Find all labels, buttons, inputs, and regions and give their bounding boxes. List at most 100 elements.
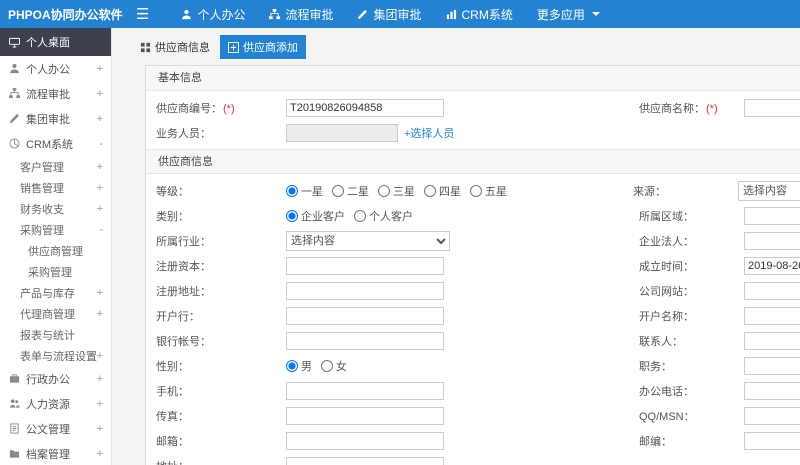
- level-radio[interactable]: [378, 184, 390, 197]
- expander[interactable]: +: [97, 88, 103, 100]
- sidebar-item-crm-system[interactable]: CRM系统 -: [0, 131, 111, 156]
- level-radio-option[interactable]: 五星: [470, 183, 507, 199]
- radio-label: 二星: [347, 185, 369, 198]
- reg-address-input[interactable]: [286, 281, 444, 300]
- sidebar-item-archive-mgmt[interactable]: 档案管理 +: [0, 441, 111, 465]
- expander[interactable]: +: [97, 308, 103, 320]
- category-radio[interactable]: [354, 209, 366, 222]
- mobile-input[interactable]: [286, 381, 444, 400]
- sidebar-item-finance[interactable]: 财务收支 +: [0, 198, 111, 219]
- address-input[interactable]: [286, 456, 444, 465]
- reg-capital-input[interactable]: [286, 256, 444, 275]
- level-radio[interactable]: [286, 184, 298, 197]
- office-phone-input[interactable]: [744, 381, 800, 400]
- gender-radio-option[interactable]: 男: [286, 358, 312, 374]
- gender-radio[interactable]: [286, 359, 298, 372]
- expander[interactable]: +: [97, 161, 103, 173]
- sidebar-item-admin-office[interactable]: 行政办公 +: [0, 366, 111, 391]
- level-radio[interactable]: [332, 184, 344, 197]
- supplier-name-input[interactable]: [744, 98, 800, 117]
- contact-input[interactable]: [744, 331, 800, 350]
- bank-input[interactable]: [286, 306, 444, 325]
- sidebar-item-workflow-approval[interactable]: 流程审批 +: [0, 81, 111, 106]
- establish-date-input[interactable]: [744, 256, 800, 275]
- expander[interactable]: +: [97, 287, 103, 299]
- topnav-personal-office[interactable]: 个人办公: [169, 0, 257, 28]
- supplier-no-input[interactable]: [286, 98, 444, 117]
- level-radio-option[interactable]: 二星: [332, 183, 369, 199]
- expander[interactable]: -: [99, 224, 103, 236]
- sidebar-item-personal-office[interactable]: 个人办公 +: [0, 56, 111, 81]
- topnav-workflow-approval[interactable]: 流程审批: [257, 0, 345, 28]
- tab-label: 供应商添加: [243, 42, 298, 54]
- topnav-more-apps[interactable]: 更多应用: [525, 0, 612, 28]
- menu-toggle-icon[interactable]: ☰: [136, 5, 149, 23]
- sidebar-item-customer-mgmt[interactable]: 客户管理 +: [0, 156, 111, 177]
- expander[interactable]: +: [97, 182, 103, 194]
- bank-account-input[interactable]: [286, 331, 444, 350]
- sidebar-item-form-flow-settings[interactable]: 表单与流程设置 +: [0, 345, 111, 366]
- category-radio-option[interactable]: 企业客户: [286, 208, 345, 224]
- expander[interactable]: +: [97, 398, 103, 410]
- account-name-input[interactable]: [744, 306, 800, 325]
- industry-select[interactable]: 选择内容: [286, 230, 450, 251]
- qq-msn-input[interactable]: [744, 406, 800, 425]
- sidebar-item-label: 个人办公: [26, 63, 70, 76]
- field-label: 注册资本：: [156, 260, 211, 273]
- expander[interactable]: +: [97, 423, 103, 435]
- position-input[interactable]: [744, 356, 800, 375]
- gender-radio[interactable]: [321, 359, 333, 372]
- staff-input[interactable]: [286, 123, 398, 142]
- sidebar-item-purchasing[interactable]: 采购管理: [0, 261, 111, 282]
- topnav-crm-system[interactable]: CRM系统: [434, 0, 525, 28]
- form-row: 性别： 男 女 职务：: [146, 353, 800, 378]
- sidebar-item-hr[interactable]: 人力资源 +: [0, 391, 111, 416]
- sidebar-item-agent-mgmt[interactable]: 代理商管理 +: [0, 303, 111, 324]
- source-select[interactable]: 选择内容: [738, 180, 800, 201]
- expander[interactable]: +: [97, 203, 103, 215]
- radio-label: 四星: [439, 185, 461, 198]
- field-label: 等级：: [156, 185, 189, 198]
- level-radio-option[interactable]: 一星: [286, 183, 323, 199]
- email-input[interactable]: [286, 431, 444, 450]
- expander[interactable]: +: [97, 350, 103, 362]
- sidebar-item-desktop[interactable]: 个人桌面: [0, 28, 111, 56]
- sidebar-item-reports-stats[interactable]: 报表与统计: [0, 324, 111, 345]
- level-radio[interactable]: [424, 184, 436, 197]
- gender-radio-option[interactable]: 女: [321, 358, 347, 374]
- sidebar-item-product-inventory[interactable]: 产品与库存 +: [0, 282, 111, 303]
- radio-label: 男: [301, 360, 312, 373]
- fax-input[interactable]: [286, 406, 444, 425]
- category-radio-option[interactable]: 个人客户: [354, 208, 413, 224]
- website-input[interactable]: [744, 281, 800, 300]
- level-radio-option[interactable]: 四星: [424, 183, 461, 199]
- tab-supplier-add[interactable]: 供应商添加: [220, 35, 306, 59]
- level-radio-option[interactable]: 三星: [378, 183, 415, 199]
- sidebar-item-sales-mgmt[interactable]: 销售管理 +: [0, 177, 111, 198]
- tab-supplier-info[interactable]: 供应商信息: [132, 35, 218, 59]
- sidebar-item-document-mgmt[interactable]: 公文管理 +: [0, 416, 111, 441]
- desktop-icon: [9, 37, 20, 48]
- expander[interactable]: +: [97, 448, 103, 460]
- expander[interactable]: +: [97, 113, 103, 125]
- expander[interactable]: +: [97, 373, 103, 385]
- choose-person-link[interactable]: +选择人员: [404, 125, 454, 141]
- expander[interactable]: -: [99, 138, 103, 150]
- form-row: 开户行： 开户名称：: [146, 303, 800, 328]
- chevron-down-icon: [591, 12, 600, 16]
- radio-label: 一星: [301, 185, 323, 198]
- legal-person-input[interactable]: [744, 231, 800, 250]
- sidebar-item-supplier-mgmt[interactable]: 供应商管理: [0, 240, 111, 261]
- expander[interactable]: +: [97, 63, 103, 75]
- category-radio[interactable]: [286, 209, 298, 222]
- zip-input[interactable]: [744, 431, 800, 450]
- field-label: 联系人：: [639, 335, 683, 348]
- field-label: 职务：: [639, 360, 672, 373]
- sidebar-item-group-approval[interactable]: 集团审批 +: [0, 106, 111, 131]
- region-input[interactable]: [744, 206, 800, 225]
- level-radio[interactable]: [470, 184, 482, 197]
- plus-square-icon: [228, 41, 239, 53]
- form-row: 邮箱： 邮编：: [146, 428, 800, 453]
- topnav-group-approval[interactable]: 集团审批: [345, 0, 433, 28]
- sidebar-item-purchase-mgmt[interactable]: 采购管理 -: [0, 219, 111, 240]
